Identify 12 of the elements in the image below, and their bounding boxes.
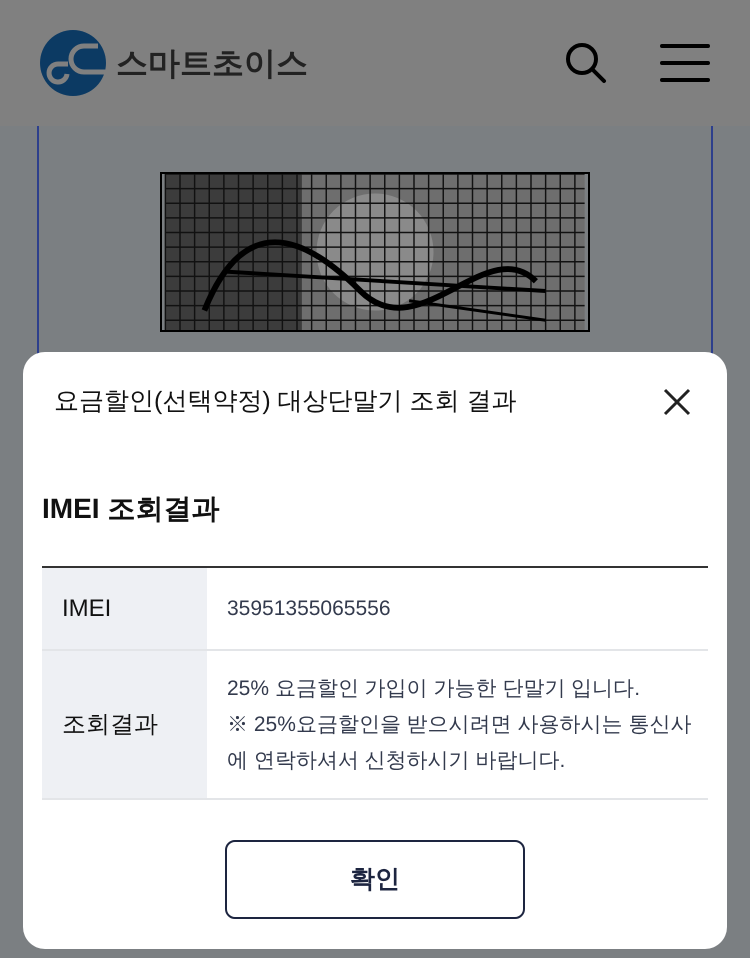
menu-icon[interactable] <box>660 43 710 83</box>
table-header-cell: IMEI <box>42 568 207 649</box>
confirm-button[interactable]: 확인 <box>225 840 525 919</box>
logo-text: 스마트초이스 <box>116 44 308 83</box>
modal-title: 요금할인(선택약정) 대상단말기 조회 결과 <box>54 386 518 418</box>
table-cell-text: 25% 요금할인 가입이 가능한 단말기 입니다. ※ 25%요금할인을 받으시려면 사용하시는 통신사에 연락하셔서 신청하시기 바랍니다. <box>226 676 692 774</box>
table-cell-text: 35951355065556 <box>226 596 392 622</box>
close-icon[interactable] <box>662 387 692 417</box>
table-header-cell: 조회결과 <box>42 651 207 798</box>
search-icon[interactable] <box>564 41 608 85</box>
section-title: IMEI 조회결과 <box>42 492 220 526</box>
logo-icon <box>40 30 106 96</box>
